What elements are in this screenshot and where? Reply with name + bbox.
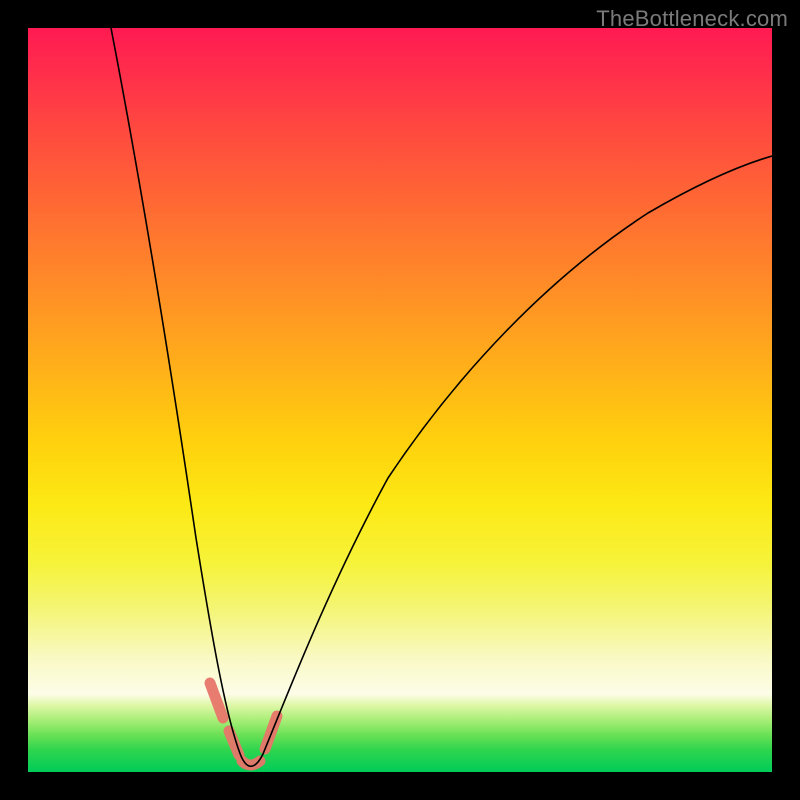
marker-segment-left (210, 683, 223, 718)
chart-frame: TheBottleneck.com (0, 0, 800, 800)
curve-svg (28, 28, 772, 772)
bottleneck-curve (111, 28, 772, 766)
watermark-text: TheBottleneck.com (596, 6, 788, 32)
plot-area (28, 28, 772, 772)
